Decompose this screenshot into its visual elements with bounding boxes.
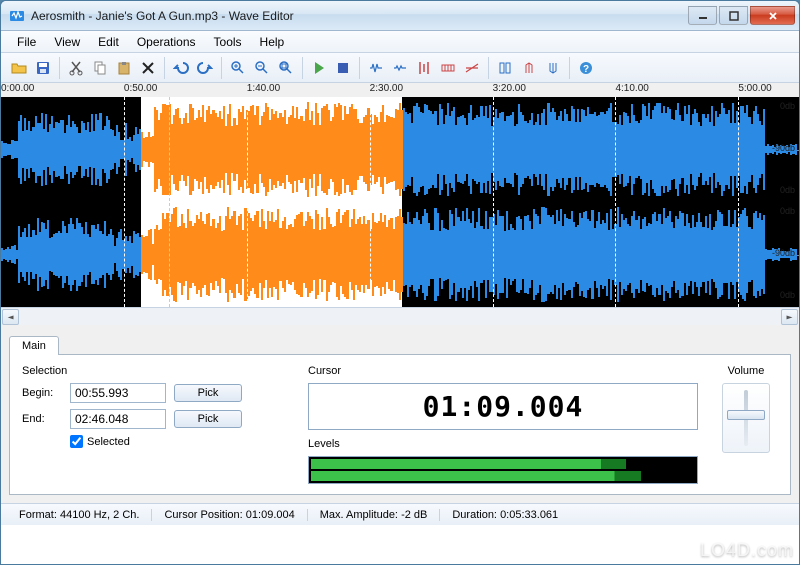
toolbar: ? <box>1 53 799 83</box>
cursor-group: Cursor 01:09.004 Levels <box>308 365 698 484</box>
zoom-out-button[interactable] <box>250 56 274 80</box>
db-label: -90db <box>772 143 795 153</box>
play-button[interactable] <box>307 56 331 80</box>
effect-6-button[interactable] <box>493 56 517 80</box>
level-right <box>311 471 641 481</box>
cursor-display: 01:09.004 <box>308 383 698 430</box>
volume-slider[interactable] <box>722 383 770 453</box>
main-panel: Main Selection Begin: Pick End: Pick Sel… <box>1 327 799 503</box>
effect-7-button[interactable] <box>517 56 541 80</box>
delete-button[interactable] <box>136 56 160 80</box>
effect-5-button[interactable] <box>460 56 484 80</box>
minimize-button[interactable] <box>688 6 717 25</box>
end-pick-button[interactable]: Pick <box>174 410 242 428</box>
menu-operations[interactable]: Operations <box>129 33 204 51</box>
selected-label[interactable]: Selected <box>87 436 130 448</box>
ruler-tick: 0:00.00 <box>1 83 34 94</box>
levels-meter <box>308 456 698 484</box>
grid-line <box>124 97 125 307</box>
db-scale: 0db -90db 0db 0db -90db 0db <box>769 97 797 307</box>
status-format: Format: 44100 Hz, 2 Ch. <box>7 509 152 521</box>
effect-2-button[interactable] <box>388 56 412 80</box>
grid-line <box>615 97 616 307</box>
begin-input[interactable] <box>70 383 166 403</box>
status-duration: Duration: 0:05:33.061 <box>440 509 570 521</box>
menubar: File View Edit Operations Tools Help <box>1 31 799 53</box>
open-button[interactable] <box>7 56 31 80</box>
ruler-tick: 0:50.00 <box>124 83 157 94</box>
scroll-left-button[interactable]: ◄ <box>2 309 19 325</box>
undo-button[interactable] <box>169 56 193 80</box>
levels-title: Levels <box>308 438 698 450</box>
end-input[interactable] <box>70 409 166 429</box>
status-cursor: Cursor Position: 01:09.004 <box>152 509 307 521</box>
waveform-scrollbar[interactable]: ◄ ► <box>1 307 799 325</box>
menu-edit[interactable]: Edit <box>90 33 127 51</box>
effect-8-button[interactable] <box>541 56 565 80</box>
effect-4-button[interactable] <box>436 56 460 80</box>
end-label: End: <box>22 413 62 425</box>
menu-view[interactable]: View <box>46 33 88 51</box>
selection-title: Selection <box>22 365 292 377</box>
level-left <box>311 459 626 469</box>
ruler-tick: 3:20.00 <box>493 83 526 94</box>
zoom-in-button[interactable] <box>226 56 250 80</box>
maximize-button[interactable] <box>719 6 748 25</box>
ruler-tick: 1:40.00 <box>247 83 280 94</box>
time-ruler[interactable]: 0:00.00 0:50.00 1:40.00 2:30.00 3:20.00 … <box>1 83 799 97</box>
begin-pick-button[interactable]: Pick <box>174 384 242 402</box>
selected-checkbox[interactable] <box>70 435 83 448</box>
paste-button[interactable] <box>112 56 136 80</box>
cursor-title: Cursor <box>308 365 698 377</box>
waveform-area: 0:00.00 0:50.00 1:40.00 2:30.00 3:20.00 … <box>1 83 799 327</box>
db-label: -90db <box>772 248 795 258</box>
db-label: 0db <box>780 290 795 300</box>
cut-button[interactable] <box>64 56 88 80</box>
stop-button[interactable] <box>331 56 355 80</box>
tab-main[interactable]: Main <box>9 336 59 355</box>
scroll-right-button[interactable]: ► <box>781 309 798 325</box>
volume-group: Volume <box>714 365 778 453</box>
app-icon <box>9 8 25 24</box>
db-label: 0db <box>780 206 795 216</box>
zoom-fit-button[interactable] <box>274 56 298 80</box>
copy-button[interactable] <box>88 56 112 80</box>
save-button[interactable] <box>31 56 55 80</box>
waveform-channel-right <box>1 202 799 307</box>
effect-1-button[interactable] <box>364 56 388 80</box>
titlebar[interactable]: Aerosmith - Janie's Got A Gun.mp3 - Wave… <box>1 1 799 31</box>
status-amplitude: Max. Amplitude: -2 dB <box>308 509 441 521</box>
menu-tools[interactable]: Tools <box>206 33 250 51</box>
volume-title: Volume <box>714 365 778 377</box>
ruler-tick: 4:10.00 <box>615 83 648 94</box>
redo-button[interactable] <box>193 56 217 80</box>
window-title: Aerosmith - Janie's Got A Gun.mp3 - Wave… <box>31 9 688 23</box>
grid-line <box>370 97 371 307</box>
help-button[interactable]: ? <box>574 56 598 80</box>
grid-line <box>738 97 739 307</box>
statusbar: Format: 44100 Hz, 2 Ch. Cursor Position:… <box>1 503 799 525</box>
volume-thumb[interactable] <box>727 410 765 420</box>
waveform-canvas[interactable] <box>1 97 799 307</box>
grid-line <box>493 97 494 307</box>
window-controls <box>688 6 795 25</box>
ruler-tick: 2:30.00 <box>370 83 403 94</box>
window: Aerosmith - Janie's Got A Gun.mp3 - Wave… <box>0 0 800 565</box>
close-button[interactable] <box>750 6 795 25</box>
svg-text:?: ? <box>583 64 589 75</box>
db-label: 0db <box>780 185 795 195</box>
ruler-tick: 5:00.00 <box>738 83 771 94</box>
cursor-line[interactable] <box>169 97 170 307</box>
grid-line <box>247 97 248 307</box>
tab-strip: Main <box>9 335 791 354</box>
selection-group: Selection Begin: Pick End: Pick Selected <box>22 365 292 448</box>
tab-content: Selection Begin: Pick End: Pick Selected <box>9 354 791 495</box>
effect-3-button[interactable] <box>412 56 436 80</box>
waveform-channel-left <box>1 97 799 202</box>
menu-help[interactable]: Help <box>252 33 293 51</box>
db-label: 0db <box>780 101 795 111</box>
menu-file[interactable]: File <box>9 33 44 51</box>
begin-label: Begin: <box>22 387 62 399</box>
